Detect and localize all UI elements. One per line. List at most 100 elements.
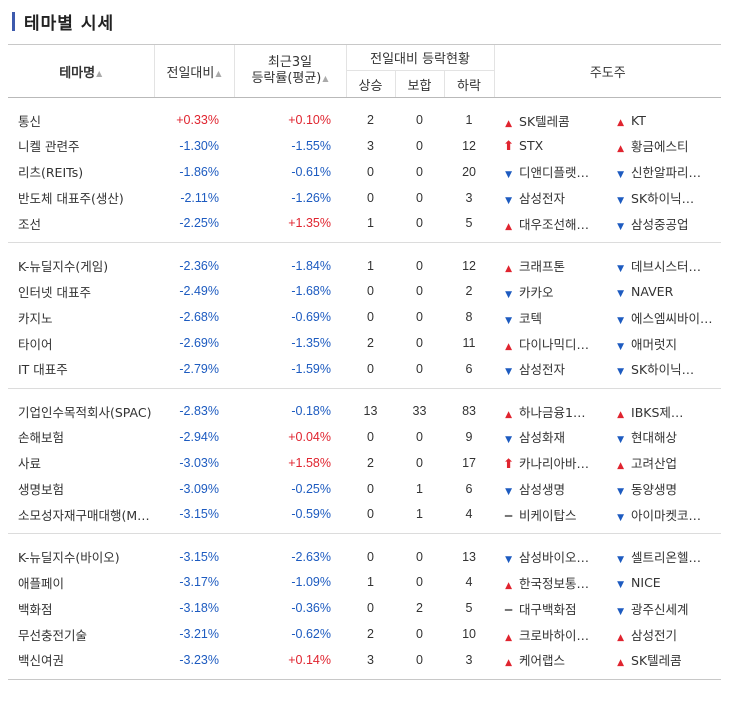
leader-stock-cell[interactable]: ▼ 삼성중공업 — [606, 211, 721, 243]
leader-stock-cell[interactable]: ▲ 황금에스티 — [606, 133, 721, 159]
theme-name-link[interactable]: 카지노 — [8, 304, 154, 330]
leader-stock-cell[interactable]: ▼ 데브시스터… — [606, 243, 721, 278]
leader-stock-link[interactable]: 카나리아바… — [519, 456, 589, 471]
table-row[interactable]: 애플페이 -3.17% -1.09% 1 0 4 ▲ 한국정보통… ▼ NICE — [8, 569, 721, 595]
theme-name-link[interactable]: IT 대표주 — [8, 356, 154, 388]
leader-stock-cell[interactable]: ▼ 삼성전자 — [494, 356, 606, 388]
theme-name-link[interactable]: 리츠(REITs) — [8, 159, 154, 185]
leader-stock-link[interactable]: 비케이탑스 — [519, 508, 577, 523]
table-row[interactable]: 니켈 관련주 -1.30% -1.55% 3 0 12 ⬆ STX ▲ 황금에스티 — [8, 133, 721, 159]
leader-stock-link[interactable]: 신한알파리… — [631, 165, 701, 180]
leader-stock-link[interactable]: 케어랩스 — [519, 653, 565, 668]
leader-stock-cell[interactable]: ▲ 대우조선해… — [494, 211, 606, 243]
leader-stock-cell[interactable]: ▲ 케어랩스 — [494, 647, 607, 680]
table-row[interactable]: 타이어 -2.69% -1.35% 2 0 11 ▲ 다이나믹디… ▼ 애머럿지 — [8, 330, 721, 356]
leader-stock-cell[interactable]: ▼ 삼성화재 — [494, 424, 606, 450]
theme-name-link[interactable]: 사료 — [8, 450, 154, 476]
leader-stock-link[interactable]: 대구백화점 — [519, 602, 577, 617]
theme-name-link[interactable]: 조선 — [8, 211, 154, 243]
leader-stock-link[interactable]: 애머럿지 — [631, 337, 677, 352]
table-row[interactable]: IT 대표주 -2.79% -1.59% 0 0 6 ▼ 삼성전자 ▼ SK하이닉… — [8, 356, 721, 388]
table-row[interactable]: 백화점 -3.18% -0.36% 0 2 5 ━ 대구백화점 ▼ 광주신세계 — [8, 595, 721, 621]
leader-stock-link[interactable]: 카카오 — [519, 285, 554, 300]
table-row[interactable]: 통신 +0.33% +0.10% 2 0 1 ▲ SK텔레콤 ▲ KT — [8, 98, 721, 133]
leader-stock-link[interactable]: SK하이닉… — [631, 191, 694, 206]
leader-stock-link[interactable]: 하나금융1… — [519, 405, 585, 420]
theme-name-link[interactable]: 무선충전기술 — [8, 621, 154, 647]
leader-stock-cell[interactable]: ▲ 크로바하이… — [494, 621, 606, 647]
leader-stock-cell[interactable]: ▲ 삼성전기 — [606, 621, 721, 647]
leader-stock-cell[interactable]: ▲ IBKS제… — [606, 389, 721, 424]
table-row[interactable]: 손해보험 -2.94% +0.04% 0 0 9 ▼ 삼성화재 ▼ 현대해상 — [8, 424, 721, 450]
leader-stock-link[interactable]: 삼성중공업 — [631, 217, 689, 232]
leader-stock-cell[interactable]: ▲ KT — [606, 98, 721, 133]
leader-stock-link[interactable]: SK텔레콤 — [631, 653, 682, 668]
table-row[interactable]: K-뉴딜지수(바이오) -3.15% -2.63% 0 0 13 ▼ 삼성바이오… ▼ 셀트리온헬… — [8, 534, 721, 569]
leader-stock-link[interactable]: STX — [519, 138, 543, 153]
table-row[interactable]: 소모성자재구매대행(M… -3.15% -0.59% 0 1 4 ━ 비케이탑스 ▼ 아이마켓코… — [8, 502, 721, 534]
leader-stock-cell[interactable]: ▼ 코텍 — [494, 304, 606, 330]
leader-stock-cell[interactable]: ▲ SK텔레콤 — [494, 98, 606, 133]
leader-stock-cell[interactable]: ▼ 아이마켓코… — [606, 502, 721, 534]
leader-stock-link[interactable]: 크로바하이… — [519, 628, 589, 643]
table-row[interactable]: 기업인수목적회사(SPAC) -2.83% -0.18% 13 33 83 ▲ 하나금융1… ▲… — [8, 389, 721, 424]
theme-name-link[interactable]: 손해보험 — [8, 424, 154, 450]
leader-stock-link[interactable]: SK하이닉… — [631, 362, 694, 377]
theme-name-link[interactable]: 통신 — [8, 98, 154, 133]
theme-name-link[interactable]: 타이어 — [8, 330, 154, 356]
leader-stock-cell[interactable]: ▼ 삼성바이오… — [494, 534, 606, 569]
leader-stock-cell[interactable]: ▼ NICE — [606, 569, 721, 595]
theme-name-link[interactable]: 소모성자재구매대행(M… — [8, 502, 154, 534]
theme-name-link[interactable]: 기업인수목적회사(SPAC) — [8, 389, 154, 424]
leader-stock-link[interactable]: 삼성전자 — [519, 191, 565, 206]
table-row[interactable]: K-뉴딜지수(게임) -2.36% -1.84% 1 0 12 ▲ 크래프톤 ▼ 데브시스터… — [8, 243, 721, 278]
theme-name-link[interactable]: 인터넷 대표주 — [8, 278, 154, 304]
leader-stock-cell[interactable]: ▼ 삼성생명 — [494, 476, 606, 502]
leader-stock-cell[interactable]: ▲ 고려산업 — [606, 450, 721, 476]
leader-stock-cell[interactable]: ▼ SK하이닉… — [606, 185, 721, 211]
sort-recent3-header[interactable]: 최근3일 등락률(평균)▲ — [233, 44, 346, 98]
leader-stock-link[interactable]: 삼성전자 — [519, 362, 565, 377]
leader-stock-link[interactable]: 한국정보통… — [519, 576, 589, 591]
leader-stock-link[interactable]: 데브시스터… — [631, 259, 701, 274]
leader-stock-link[interactable]: 에스엠씨바이… — [631, 311, 713, 326]
leader-stock-cell[interactable]: ▼ 에스엠씨바이… — [606, 304, 721, 330]
table-row[interactable]: 인터넷 대표주 -2.49% -1.68% 0 0 2 ▼ 카카오 ▼ NAVER — [8, 278, 721, 304]
leader-stock-link[interactable]: 셀트리온헬… — [631, 550, 701, 565]
leader-stock-link[interactable]: 삼성바이오… — [519, 550, 589, 565]
theme-name-link[interactable]: K-뉴딜지수(바이오) — [8, 534, 154, 569]
leader-stock-cell[interactable]: ▲ 한국정보통… — [494, 569, 606, 595]
table-row[interactable]: 리츠(REITs) -1.86% -0.61% 0 0 20 ▼ 디앤디플랫… ▼ 신한알파리… — [8, 159, 721, 185]
leader-stock-link[interactable]: IBKS제… — [631, 405, 683, 420]
leader-stock-link[interactable]: 코텍 — [519, 311, 542, 326]
table-row[interactable]: 생명보험 -3.09% -0.25% 0 1 6 ▼ 삼성생명 ▼ 동양생명 — [8, 476, 721, 502]
leader-stock-link[interactable]: NAVER — [631, 284, 673, 299]
leader-stock-cell[interactable]: ▼ SK하이닉… — [606, 356, 721, 388]
leader-stock-link[interactable]: 다이나믹디… — [519, 337, 589, 352]
leader-stock-cell[interactable]: ▼ 디앤디플랫… — [494, 159, 606, 185]
leader-stock-link[interactable]: 황금에스티 — [631, 139, 689, 154]
table-row[interactable]: 무선충전기술 -3.21% -0.62% 2 0 10 ▲ 크로바하이… ▲ 삼성전기 — [8, 621, 721, 647]
leader-stock-cell[interactable]: ━ 대구백화점 — [494, 595, 606, 621]
leader-stock-cell[interactable]: ▲ 다이나믹디… — [494, 330, 606, 356]
leader-stock-link[interactable]: 대우조선해… — [519, 217, 589, 232]
table-row[interactable]: 반도체 대표주(생산) -2.11% -1.26% 0 0 3 ▼ 삼성전자 ▼ SK하이닉… — [8, 185, 721, 211]
leader-stock-link[interactable]: 광주신세계 — [631, 602, 689, 617]
leader-stock-cell[interactable]: ▲ 크래프톤 — [494, 243, 606, 278]
leader-stock-cell[interactable]: ▼ 삼성전자 — [494, 185, 606, 211]
leader-stock-link[interactable]: NICE — [631, 575, 661, 590]
theme-name-link[interactable]: K-뉴딜지수(게임) — [8, 243, 154, 278]
leader-stock-link[interactable]: 아이마켓코… — [631, 508, 701, 523]
sort-change-header[interactable]: 전일대비▲ — [153, 44, 234, 98]
leader-stock-link[interactable]: 동양생명 — [631, 482, 677, 497]
leader-stock-link[interactable]: 삼성생명 — [519, 482, 565, 497]
leader-stock-cell[interactable]: ▼ 카카오 — [494, 278, 606, 304]
table-row[interactable]: 백신여권 -3.23% +0.14% 3 0 3 ▲ 케어랩스 ▲ SK텔레콤 — [8, 647, 722, 680]
leader-stock-link[interactable]: KT — [631, 113, 646, 128]
leader-stock-link[interactable]: 현대해상 — [631, 430, 677, 445]
leader-stock-link[interactable]: 고려산업 — [631, 456, 677, 471]
leader-stock-link[interactable]: SK텔레콤 — [519, 114, 570, 129]
sort-theme-name-header[interactable]: 테마명▲ — [8, 44, 154, 98]
leader-stock-cell[interactable]: ▼ 신한알파리… — [606, 159, 721, 185]
theme-name-link[interactable]: 반도체 대표주(생산) — [8, 185, 154, 211]
